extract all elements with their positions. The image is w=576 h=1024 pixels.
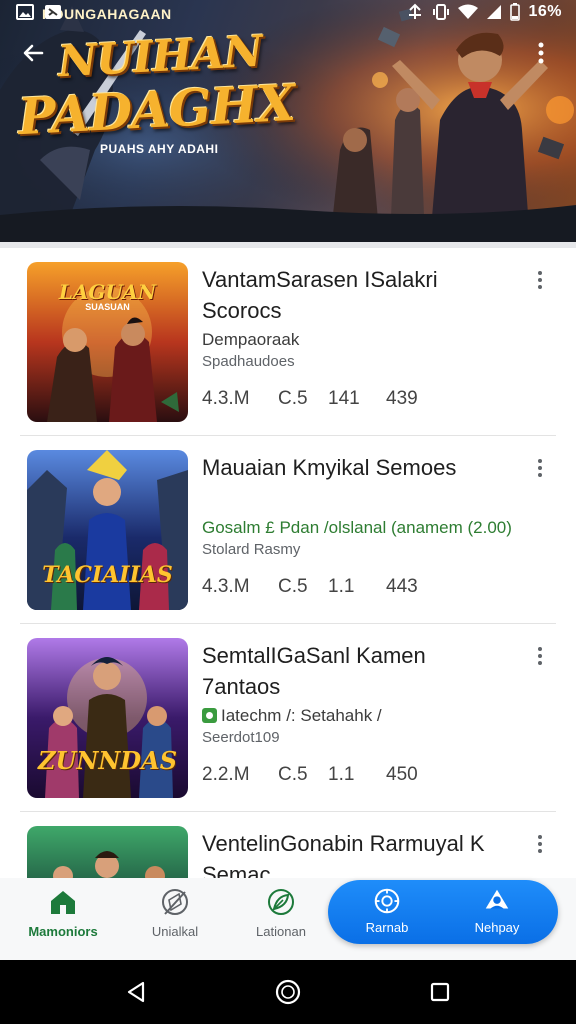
game-category: Spadhaudoes <box>202 353 295 370</box>
stat-rating: C.5 <box>278 388 308 409</box>
system-back-button[interactable] <box>116 972 156 1012</box>
stat-rating: C.5 <box>278 764 308 785</box>
stat-reviews: 1.1 <box>328 764 355 785</box>
game-developer: Dempaoraak <box>202 330 300 349</box>
game-title: Mauaian Kmyikal Semoes <box>202 455 457 480</box>
verified-badge-icon <box>202 708 217 723</box>
image-notification-icon <box>16 4 34 20</box>
tab-account-label: Nehpay <box>474 920 520 935</box>
person-icon <box>485 889 509 909</box>
app-notification-icon <box>45 5 61 19</box>
battery-percentage: 16% <box>528 3 562 20</box>
tab-home[interactable]: Mamoniors <box>8 886 118 952</box>
data-saver-icon <box>409 3 422 19</box>
tab-rewards-label: Rarnab <box>365 920 409 935</box>
compass-icon <box>162 889 188 915</box>
tab-rewards[interactable]: Rarnab <box>332 886 442 938</box>
vibrate-icon <box>433 4 450 20</box>
game-developer: Iatechm /: Setahahk / <box>202 706 382 726</box>
bottom-navigation: Mamoniors Unialkal Lationan Rarnab Nehpa… <box>0 878 576 960</box>
game-list[interactable]: LAGUAN SUASUAN VantamSarasen ISalakri Sc… <box>0 248 576 878</box>
more-vert-icon <box>538 42 544 64</box>
game-stats: 4.3.M C.5 1.1 443 <box>202 576 446 598</box>
item-overflow-button[interactable] <box>528 832 552 856</box>
item-overflow-button[interactable] <box>528 268 552 292</box>
more-vert-icon <box>538 647 542 665</box>
system-navigation-bar <box>0 960 576 1024</box>
overflow-menu-button[interactable] <box>538 42 566 72</box>
stat-reviews: 1.1 <box>328 576 355 597</box>
game-stats: 4.3.M C.5 141 439 <box>202 388 446 410</box>
wifi-icon <box>458 4 479 19</box>
list-item[interactable]: LAGUAN SUASUAN VantamSarasen ISalakri Sc… <box>20 248 556 436</box>
recents-square-icon <box>430 982 450 1002</box>
stat-reviews: 141 <box>328 388 360 409</box>
game-thumbnail[interactable]: ZUNNDAS <box>27 638 188 798</box>
stat-downloads: 4.3.M <box>202 388 250 409</box>
battery-icon <box>510 3 521 21</box>
game-thumbnail[interactable]: TACIAIIAS <box>27 450 188 610</box>
shield-icon <box>374 888 400 914</box>
system-home-button[interactable] <box>268 972 308 1012</box>
more-vert-icon <box>538 459 542 477</box>
back-arrow-icon <box>23 44 44 62</box>
more-vert-icon <box>538 271 542 289</box>
hero-banner: HOUNGAHAGAAN NUIHAN PADAGHX PUAHS AHY AD… <box>0 0 576 242</box>
leaf-icon <box>268 889 294 915</box>
game-thumbnail[interactable] <box>27 826 188 878</box>
home-circle-icon <box>275 979 301 1005</box>
game-developer-text: Iatechm /: Setahahk / <box>221 706 382 725</box>
list-item[interactable]: ZUNNDAS SemtalIGaSanl Kamen 7antaos Iate… <box>20 624 556 812</box>
stat-size: 443 <box>386 576 418 597</box>
back-triangle-icon <box>127 981 145 1003</box>
stat-downloads: 2.2.M <box>202 764 250 785</box>
game-art-subtitle: SUASUAN <box>85 302 130 312</box>
action-pill: Rarnab Nehpay <box>328 880 558 944</box>
tab-explore[interactable]: Unialkal <box>120 886 230 952</box>
system-recents-button[interactable] <box>420 972 460 1012</box>
signal-icon <box>487 5 502 19</box>
stat-rating: C.5 <box>278 576 308 597</box>
game-art-title: TACIAIIAS <box>42 562 173 588</box>
list-item[interactable]: VentelinGonabin Rarmuyal K Semac <box>20 812 556 878</box>
status-bar: 16% <box>0 0 576 24</box>
game-art-title: ZUNNDAS <box>37 746 178 775</box>
list-item[interactable]: TACIAIIAS Mauaian Kmyikal Semoes Gosalm … <box>20 436 556 624</box>
game-developer: Gosalm £ Pdan /olslanal (anamem (2.00) <box>202 518 512 537</box>
game-thumbnail[interactable]: LAGUAN SUASUAN <box>27 262 188 422</box>
game-category: Stolard Rasmy <box>202 541 301 558</box>
more-vert-icon <box>538 835 542 853</box>
game-stats: 2.2.M C.5 1.1 450 <box>202 764 446 786</box>
game-art-image <box>27 826 188 878</box>
game-category: Seerdot109 <box>202 729 280 746</box>
tab-explore-label: Unialkal <box>151 924 199 939</box>
tab-library[interactable]: Lationan <box>226 886 336 952</box>
item-overflow-button[interactable] <box>528 456 552 480</box>
game-title: VentelinGonabin Rarmuyal K Semac <box>202 831 485 878</box>
item-overflow-button[interactable] <box>528 644 552 668</box>
hero-tagline: PUAHS AHY ADAHI <box>100 142 219 156</box>
tab-library-label: Lationan <box>256 924 306 939</box>
tab-account[interactable]: Nehpay <box>442 886 552 938</box>
stat-size: 450 <box>386 764 418 785</box>
stat-downloads: 4.3.M <box>202 576 250 597</box>
game-title: VantamSarasen ISalakri Scorocs <box>202 267 438 323</box>
home-icon <box>51 891 75 914</box>
tab-home-label: Mamoniors <box>28 924 98 939</box>
stat-size: 439 <box>386 388 418 409</box>
game-art-title: LAGUAN <box>58 280 157 304</box>
back-button[interactable] <box>20 40 54 74</box>
game-title: SemtalIGaSanl Kamen 7antaos <box>202 643 426 699</box>
